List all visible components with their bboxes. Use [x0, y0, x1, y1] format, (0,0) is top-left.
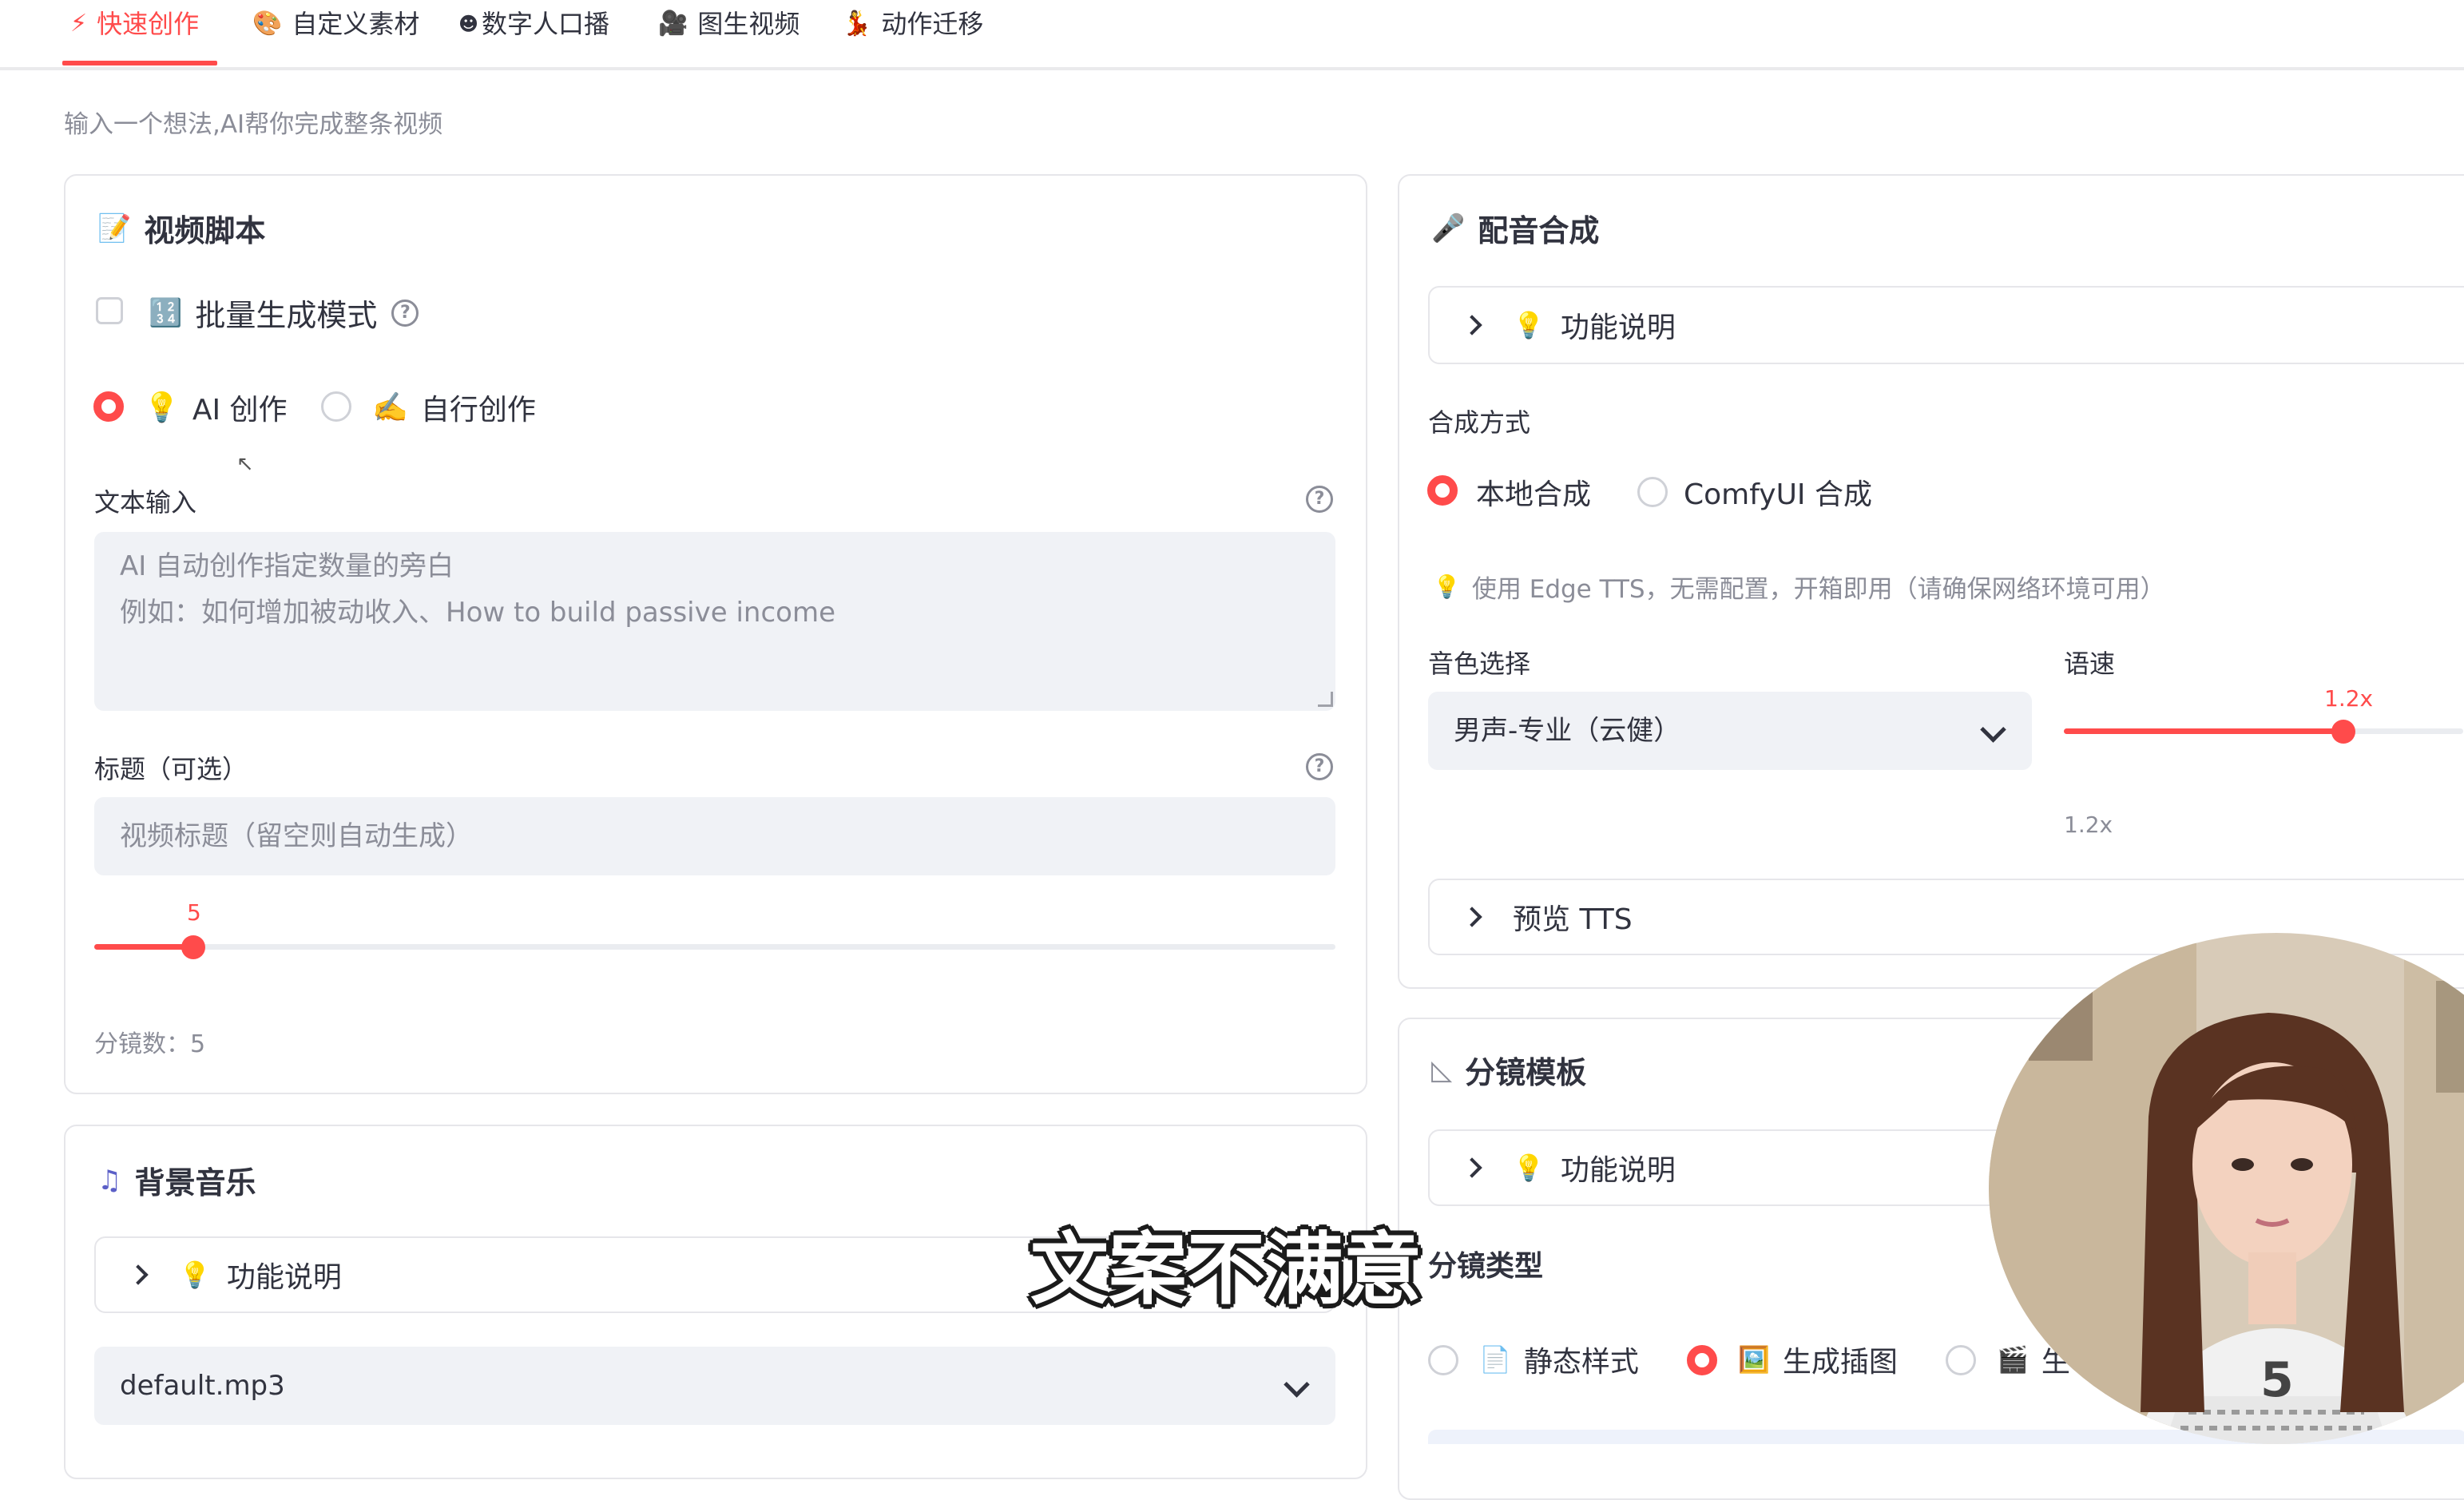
- expander-label: 功能说明: [1560, 312, 1676, 344]
- comfyui-synthesis-radio[interactable]: [1637, 477, 1668, 507]
- tab-digital-human[interactable]: ☻ 数字人口播: [458, 6, 609, 42]
- tab-label: 快速创作: [97, 9, 200, 39]
- batch-mode-text: 批量生成模式: [195, 298, 378, 333]
- clapper-icon: 🎬: [1997, 1344, 2029, 1375]
- synthesis-method-label: 合成方式: [1428, 407, 1531, 438]
- title-input[interactable]: 视频标题（留空则自动生成）: [94, 797, 1335, 875]
- storyboard-type-label: 分镜类型: [1428, 1250, 1544, 1283]
- option-text: AI 创作: [192, 394, 288, 427]
- self-create-radio[interactable]: [321, 391, 351, 422]
- resize-handle-icon[interactable]: [1318, 692, 1333, 707]
- text-input-label: 文本输入: [94, 487, 197, 518]
- placeholder-line: 例如：如何增加被动收入、How to build passive income: [120, 597, 836, 629]
- chevron-right-icon: [1462, 1157, 1482, 1178]
- camera-icon: 🎥: [658, 10, 688, 38]
- voice-select-label: 音色选择: [1428, 649, 1531, 679]
- lightning-icon: ⚡: [70, 10, 88, 38]
- tab-custom-assets[interactable]: 🎨 自定义素材: [252, 6, 419, 42]
- expander-label: 功能说明: [226, 1261, 342, 1294]
- local-synthesis-radio[interactable]: [1427, 475, 1458, 506]
- help-icon[interactable]: ?: [1306, 753, 1333, 780]
- writing-hand-icon: ✍️: [372, 391, 408, 424]
- video-script-title: 📝 视频脚本: [97, 206, 265, 250]
- static-style-label[interactable]: 📄 静态样式: [1479, 1339, 1639, 1380]
- option-text: 自行创作: [420, 394, 536, 427]
- chevron-right-icon: [128, 1264, 149, 1285]
- speed-readout: 1.2x: [2064, 812, 2113, 838]
- background-music-title: ♫ 背景音乐: [97, 1158, 256, 1202]
- tab-motion-transfer[interactable]: 💃 动作迁移: [842, 6, 983, 42]
- svg-text:5: 5: [2260, 1352, 2294, 1408]
- option-text: 生成插图: [1782, 1346, 1898, 1379]
- select-value: default.mp3: [120, 1370, 285, 1402]
- bulb-icon: 💡: [1513, 1153, 1545, 1183]
- active-tab-indicator: [62, 61, 217, 65]
- scene-slider-track[interactable]: [94, 944, 1335, 950]
- speed-slider-fill: [2064, 728, 2343, 734]
- microphone-icon: 🎤: [1431, 212, 1466, 244]
- music-select[interactable]: default.mp3: [94, 1347, 1335, 1425]
- option-text: 静态样式: [1523, 1346, 1639, 1379]
- generate-illustration-radio[interactable]: [1687, 1345, 1717, 1375]
- scene-slider-fill: [94, 944, 194, 950]
- bulb-icon: 💡: [1433, 573, 1461, 600]
- speed-slider-value: 1.2x: [2324, 685, 2374, 712]
- card-title-text: 背景音乐: [134, 1165, 256, 1200]
- music-note-icon: ♫: [97, 1164, 122, 1196]
- tab-label: 动作迁移: [881, 9, 984, 39]
- tab-quick-create[interactable]: ⚡ 快速创作: [70, 6, 199, 42]
- help-icon[interactable]: ?: [1306, 486, 1333, 513]
- select-value: 男声-专业（云健）: [1454, 715, 1681, 747]
- card-title-text: 配音合成: [1478, 213, 1600, 248]
- expander-label: 预览 TTS: [1513, 903, 1633, 936]
- comfyui-synthesis-label[interactable]: ComfyUI 合成: [1684, 471, 1872, 513]
- memo-icon: 📝: [97, 212, 132, 244]
- batch-mode-checkbox[interactable]: [96, 297, 123, 324]
- bulb-icon: 💡: [179, 1260, 211, 1290]
- generate-video-radio[interactable]: [1946, 1345, 1976, 1375]
- speed-slider-thumb[interactable]: [2331, 720, 2355, 744]
- info-text: 使用 Edge TTS，无需配置，开箱即用（请确保网络环境可用）: [1471, 575, 2165, 604]
- palette-icon: 🎨: [252, 10, 283, 38]
- video-caption-overlay: 文案不满意: [1030, 1224, 1422, 1315]
- page-icon: 📄: [1479, 1344, 1511, 1375]
- tab-label: 图生视频: [697, 9, 800, 39]
- card-title-text: 分镜模板: [1465, 1055, 1587, 1090]
- speed-label: 语速: [2064, 649, 2116, 679]
- generate-illustration-label[interactable]: 🖼️ 生成插图: [1738, 1339, 1898, 1380]
- scene-slider-value: 5: [187, 899, 201, 926]
- self-create-label[interactable]: ✍️ 自行创作: [372, 387, 536, 428]
- smiley-icon: ☻: [458, 13, 479, 35]
- title-label: 标题（可选）: [94, 754, 248, 784]
- chevron-right-icon: [1462, 907, 1482, 927]
- tts-info-text: 💡 使用 Edge TTS，无需配置，开箱即用（请确保网络环境可用）: [1433, 569, 2165, 605]
- storyboard-card-title: ◺ 分镜模板: [1431, 1048, 1586, 1092]
- local-synthesis-label[interactable]: 本地合成: [1476, 471, 1591, 513]
- text-input-area[interactable]: AI 自动创作指定数量的旁白 例如：如何增加被动收入、How to build …: [94, 532, 1335, 711]
- framed-picture-icon: 🖼️: [1738, 1344, 1770, 1375]
- bulb-icon: 💡: [144, 391, 180, 424]
- ai-create-label[interactable]: 💡 AI 创作: [144, 387, 288, 428]
- dancer-icon: 💃: [842, 10, 872, 38]
- bulb-icon: 💡: [1513, 310, 1545, 340]
- tab-image-to-video[interactable]: 🎥 图生视频: [658, 6, 800, 42]
- help-icon[interactable]: ?: [391, 299, 419, 327]
- tab-label: 数字人口播: [482, 9, 610, 39]
- card-title-text: 视频脚本: [144, 213, 266, 248]
- tts-feature-expander[interactable]: 💡 功能说明: [1428, 286, 2464, 364]
- tts-card-title: 🎤 配音合成: [1431, 206, 1599, 250]
- static-style-radio[interactable]: [1428, 1345, 1458, 1375]
- placeholder-line: AI 自动创作指定数量的旁白: [120, 550, 454, 582]
- voice-select[interactable]: 男声-专业（云健）: [1428, 692, 2032, 770]
- tab-label: 自定义素材: [292, 9, 420, 39]
- page-subtitle: 输入一个想法,AI帮你完成整条视频: [64, 110, 443, 139]
- numbers-icon: 🔢: [149, 296, 183, 329]
- chevron-right-icon: [1462, 315, 1482, 335]
- expander-label: 功能说明: [1560, 1154, 1676, 1187]
- scene-count-text: 分镜数：5: [94, 1030, 206, 1058]
- triangle-ruler-icon: ◺: [1431, 1054, 1453, 1086]
- cursor-icon: ↖: [236, 452, 254, 476]
- batch-mode-label: 🔢 批量生成模式 ?: [149, 291, 419, 335]
- ai-create-radio[interactable]: [93, 391, 124, 422]
